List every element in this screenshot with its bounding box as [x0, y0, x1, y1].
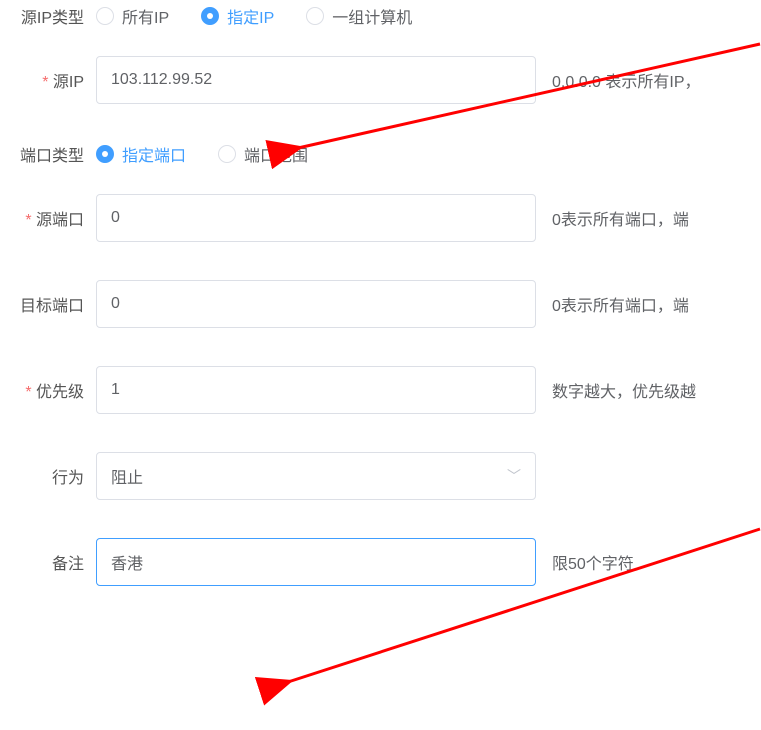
label-priority: 优先级: [0, 378, 96, 402]
radio-group-computers[interactable]: 一组计算机: [306, 4, 412, 28]
label-port-type: 端口类型: [0, 142, 96, 166]
radio-specific-port[interactable]: 指定端口: [96, 142, 186, 166]
hint-remark: 限50个字符: [552, 550, 634, 574]
radio-dot-icon: [306, 7, 324, 25]
radio-label: 端口范围: [244, 142, 308, 166]
hint-target-port: 0表示所有端口，端: [552, 292, 689, 316]
label-source-port: 源端口: [0, 206, 96, 230]
action-value: 阻止: [111, 464, 143, 488]
source-port-input[interactable]: [96, 194, 536, 242]
priority-input[interactable]: [96, 366, 536, 414]
hint-priority: 数字越大，优先级越: [552, 378, 696, 402]
source-ip-input[interactable]: [96, 56, 536, 104]
remark-input[interactable]: [96, 538, 536, 586]
radio-label: 一组计算机: [332, 4, 412, 28]
radio-label: 指定IP: [227, 4, 274, 28]
hint-source-port: 0表示所有端口，端: [552, 206, 689, 230]
radio-dot-icon: [201, 7, 219, 25]
label-remark: 备注: [0, 550, 96, 574]
radio-label: 指定端口: [122, 142, 186, 166]
chevron-down-icon: ﹀: [507, 466, 521, 486]
radio-specific-ip[interactable]: 指定IP: [201, 4, 274, 28]
label-action: 行为: [0, 464, 96, 488]
label-source-ip: 源IP: [0, 68, 96, 92]
hint-source-ip: 0.0.0.0 表示所有IP，: [552, 68, 701, 92]
radio-dot-icon: [218, 145, 236, 163]
radio-label: 所有IP: [122, 4, 169, 28]
target-port-input[interactable]: [96, 280, 536, 328]
radio-dot-icon: [96, 145, 114, 163]
radio-dot-icon: [96, 7, 114, 25]
radio-port-range[interactable]: 端口范围: [218, 142, 308, 166]
label-source-ip-type: 源IP类型: [0, 4, 96, 28]
label-target-port: 目标端口: [0, 292, 96, 316]
radio-all-ip[interactable]: 所有IP: [96, 4, 169, 28]
action-select[interactable]: 阻止 ﹀: [96, 452, 536, 500]
